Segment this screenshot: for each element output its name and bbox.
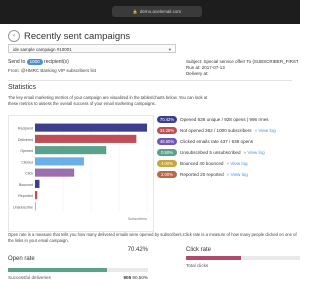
bar-recipient xyxy=(35,123,147,132)
legend-text: Unsubscribed 5 unsubscribed xyxy=(180,149,241,155)
bar-clicked xyxy=(35,157,84,166)
legend-text: Bounced 40 bounced xyxy=(180,160,224,166)
delivery-at-line: Delivery at: xyxy=(186,71,209,77)
bar-reported xyxy=(35,191,38,200)
bar-chart-svg: Recipient Delivered Opened Clicked Click Boun… xyxy=(13,122,148,221)
open-rate-label: Open rate xyxy=(8,256,35,262)
view-log-link[interactable]: » View log xyxy=(227,172,248,177)
bar-opened xyxy=(35,146,107,155)
send-suffix: recipient(s) xyxy=(44,59,69,65)
percent-badge: 70.42% xyxy=(157,115,177,123)
metrics-legend: 70.42% Opened 636 unique / 928 opens | 99… xyxy=(157,115,300,181)
send-to: Send to 1000 recipient(s) xyxy=(8,59,69,65)
rate-description: Open rate is a measure that tells you ho… xyxy=(8,232,297,243)
click-rate-bar xyxy=(186,256,300,260)
legend-row: 70.42% Opened 636 unique / 928 opens | 99… xyxy=(157,115,300,123)
legend-row: 34.28% Not opened 362 / 1000 subscribers»… xyxy=(157,126,300,134)
send-prefix: Send to xyxy=(8,59,26,65)
category-label: Delivered xyxy=(18,138,33,142)
bar-bounced xyxy=(35,179,40,188)
bar-click xyxy=(35,168,75,177)
open-rate-bar-fill xyxy=(8,268,107,272)
x-axis-label: Subscribers xyxy=(128,217,147,221)
category-label: Bounced xyxy=(19,183,33,187)
category-label: Clicked xyxy=(21,160,33,164)
bar-delivered xyxy=(35,134,137,143)
view-log-link[interactable]: » View log xyxy=(244,150,265,155)
open-rate-value: 70.42% xyxy=(127,247,148,253)
click-rate-bar-fill xyxy=(186,256,242,260)
legend-row: 48.50% Clicked emails rate 437 / 638 open… xyxy=(157,137,300,145)
category-label: Unsubscribe xyxy=(13,205,33,209)
lock-icon: 🔒 xyxy=(132,9,138,14)
successful-deliveries-value: 905 90.50% xyxy=(123,275,148,280)
percent-badge: 2.00% xyxy=(157,170,177,178)
browser-bar: 🔒 demo.acelemail.com xyxy=(0,0,300,24)
legend-text: Not opened 362 / 1000 subscribers xyxy=(180,127,252,133)
view-log-link[interactable]: » View log xyxy=(226,161,247,166)
legend-row: 0.50% Unsubscribed 5 unsubscribed» View l… xyxy=(157,148,300,156)
category-label: Recipient xyxy=(18,127,33,131)
url-text: demo.acelemail.com xyxy=(139,9,182,14)
from-line: From: @HMRC Banking VIP subscribers list xyxy=(8,68,97,73)
legend-text: Clicked emails rate 437 / 638 opens xyxy=(180,138,254,144)
legend-row: 4.00% Bounced 40 bounced» View log xyxy=(157,159,300,167)
campaign-meta: Subject: Special service offer! To {SUBS… xyxy=(186,59,298,78)
percent-badge: 34.28% xyxy=(157,126,177,134)
back-arrow-icon[interactable]: ‹ xyxy=(8,30,20,42)
chevron-down-icon: ▾ xyxy=(168,47,171,52)
recipient-count-badge: 1000 xyxy=(26,59,43,65)
statistics-heading: Statistics xyxy=(8,84,37,91)
page-title: Recently sent campaigns xyxy=(24,30,131,42)
click-rate-panel: Click rate Total clicks xyxy=(186,247,300,268)
bar-unsubscribe xyxy=(35,202,36,211)
click-rate-label: Click rate xyxy=(186,247,212,253)
divider xyxy=(8,80,292,81)
category-label: Click xyxy=(25,172,33,176)
campaign-select[interactable]: ide sample campaign #10001 ▾ xyxy=(8,44,176,53)
statistics-chart: Recipient Delivered Opened Clicked Click Boun… xyxy=(8,115,154,232)
percent-badge: 48.50% xyxy=(157,137,177,145)
legend-text: Reported 20 reported xyxy=(180,171,224,177)
view-log-link[interactable]: » View log xyxy=(255,128,276,133)
total-clicks-label: Total clicks xyxy=(186,263,209,268)
legend-text: Opened 636 unique / 928 opens | 996 rmes xyxy=(180,116,269,122)
statistics-description: The key email marketing metrics of your … xyxy=(8,95,208,106)
legend-row: 2.00% Reported 20 reported» View log xyxy=(157,170,300,178)
successful-deliveries-row: Successful deliveries 905 90.50% xyxy=(8,275,148,280)
category-label: Opened xyxy=(20,149,33,153)
percent-badge: 0.50% xyxy=(157,148,177,156)
open-rate-panel: Open rate 70.42% Successful deliveries 9… xyxy=(8,247,148,280)
total-clicks-row: Total clicks xyxy=(186,263,300,268)
successful-deliveries-label: Successful deliveries xyxy=(8,275,51,280)
percent-badge: 4.00% xyxy=(157,159,177,167)
campaign-select-value: ide sample campaign #10001 xyxy=(13,47,72,52)
open-rate-bar xyxy=(8,268,148,272)
category-label: Reported xyxy=(18,194,33,198)
page-header: ‹ Recently sent campaigns xyxy=(8,30,130,42)
url-bar[interactable]: 🔒 demo.acelemail.com xyxy=(112,6,202,17)
